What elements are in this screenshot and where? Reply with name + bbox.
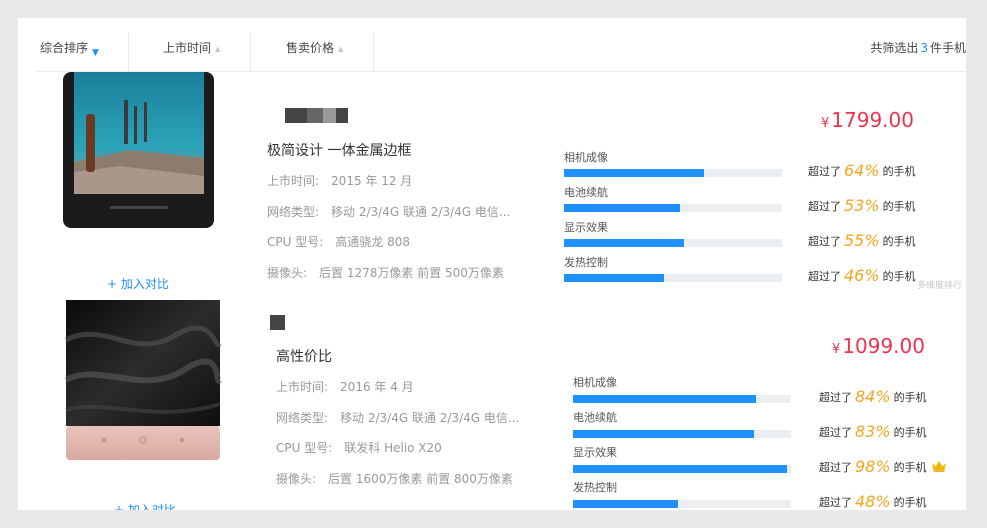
price-value: 1799.00 [831, 108, 914, 132]
product-title: 高性价比 [276, 349, 332, 365]
currency-symbol: ¥ [821, 116, 830, 131]
metric-bar [564, 239, 782, 247]
metric-bar-fill [564, 239, 684, 247]
divider [250, 32, 251, 72]
metric-bar-fill [573, 465, 787, 473]
phone-image[interactable] [64, 300, 222, 466]
spec-value: 高通骁龙 808 [335, 235, 410, 249]
metric-bar-fill [564, 204, 680, 212]
spec-value: 后置 1278万像素 前置 500万像素 [319, 266, 504, 280]
metric-bar [573, 395, 791, 403]
currency-symbol: ¥ [832, 342, 841, 357]
metric-rank: 超过了 98% 的手机 [819, 457, 927, 476]
metric-label: 显示效果 [564, 221, 608, 234]
result-prefix: 共筛选出 [870, 41, 919, 55]
metric-bar-fill [573, 500, 678, 508]
spec-cpu: CPU 型号: 高通骁龙 808 [267, 233, 410, 250]
metric-bar [564, 204, 782, 212]
spec-value: 移动 2/3/4G 联通 2/3/4G 电信... [340, 411, 520, 425]
product-card: + 加入对比 极简设计 一体金属边框 上市时间: 2015 年 12 月 网络类型… [18, 72, 966, 291]
result-number: 3 [920, 41, 928, 55]
sort-label: 售卖价格 [286, 41, 335, 55]
spec-value: 后置 1600万像素 前置 800万像素 [328, 472, 513, 486]
metric-bar [573, 465, 791, 473]
spec-camera: 摄像头: 后置 1278万像素 前置 500万像素 [267, 264, 504, 281]
metric-bar-fill [573, 430, 754, 438]
metric-label: 发热控制 [564, 256, 608, 269]
metric-label: 相机成像 [573, 376, 617, 389]
spec-release: 上市时间: 2015 年 12 月 [267, 172, 412, 189]
spec-value: 联发科 Helio X20 [344, 441, 442, 455]
metric-bar [564, 169, 782, 177]
sort-price[interactable]: 售卖价格 ▲ [286, 18, 343, 72]
spec-label: 网络类型: [267, 205, 320, 219]
spec-camera: 摄像头: 后置 1600万像素 前置 800万像素 [276, 470, 513, 487]
product-title: 极简设计 一体金属边框 [267, 143, 412, 159]
metric-label: 相机成像 [564, 151, 608, 164]
spec-label: CPU 型号: [276, 441, 333, 455]
brand-logo [285, 108, 348, 123]
brand-logo [270, 315, 285, 330]
add-to-compare-button[interactable]: + 加入对比 [114, 501, 176, 510]
price: ¥1799.00 [821, 108, 914, 132]
metric-rank: 超过了 48% 的手机 [819, 492, 927, 510]
metric-bar [573, 430, 791, 438]
phone-image[interactable] [60, 72, 217, 232]
metric-bar [564, 274, 782, 282]
spec-network: 网络类型: 移动 2/3/4G 联通 2/3/4G 电信... [276, 409, 519, 426]
metric-bar-fill [564, 274, 665, 282]
metric-bar-fill [573, 395, 757, 403]
metric-rank: 超过了 83% 的手机 [819, 422, 927, 441]
spec-cpu: CPU 型号: 联发科 Helio X20 [276, 439, 442, 456]
spec-label: 摄像头: [276, 472, 317, 486]
phone-ranking-panel: 综合排序 ▼ 上市时间 ▲ 售卖价格 ▲ 共筛选出 3 件手机 + 加入对比 极… [18, 18, 966, 510]
metric-label: 发热控制 [573, 481, 617, 494]
spec-label: 上市时间: [276, 380, 329, 394]
crown-icon [932, 461, 946, 472]
spec-label: 摄像头: [267, 266, 308, 280]
divider [373, 32, 374, 72]
sort-toggle-icon: ▲ [338, 45, 344, 53]
metric-rank: 超过了 84% 的手机 [819, 387, 927, 406]
sort-label: 上市时间 [163, 41, 212, 55]
watermark-text: 多维度排行 [916, 281, 962, 291]
sort-release-date[interactable]: 上市时间 ▲ [163, 18, 220, 72]
spec-release: 上市时间: 2016 年 4 月 [276, 378, 414, 395]
add-to-compare-button[interactable]: + 加入对比 [107, 275, 169, 292]
spec-network: 网络类型: 移动 2/3/4G 联通 2/3/4G 电信... [267, 203, 510, 220]
divider [128, 32, 129, 72]
metric-rank: 超过了 64% 的手机 [808, 161, 916, 180]
metric-rank: 超过了 46% 的手机 [808, 266, 916, 285]
spec-value: 2016 年 4 月 [340, 380, 414, 394]
spec-label: 上市时间: [267, 174, 320, 188]
sort-comprehensive[interactable]: 综合排序 ▼ [40, 18, 99, 72]
price-value: 1099.00 [842, 334, 925, 358]
metric-label: 电池续航 [573, 411, 617, 424]
metric-rank: 超过了 53% 的手机 [808, 196, 916, 215]
result-count: 共筛选出 3 件手机 [870, 18, 966, 72]
metric-bar [573, 500, 791, 508]
metric-rank: 超过了 55% 的手机 [808, 231, 916, 250]
spec-label: 网络类型: [276, 411, 329, 425]
metric-bar-fill [564, 169, 704, 177]
price: ¥1099.00 [832, 334, 925, 358]
spec-value: 移动 2/3/4G 联通 2/3/4G 电信... [331, 205, 511, 219]
sort-bar: 综合排序 ▼ 上市时间 ▲ 售卖价格 ▲ 共筛选出 3 件手机 [36, 18, 966, 72]
sort-toggle-icon: ▲ [215, 45, 221, 53]
spec-value: 2015 年 12 月 [331, 174, 413, 188]
spec-label: CPU 型号: [267, 235, 324, 249]
sort-label: 综合排序 [40, 41, 89, 55]
metric-label: 电池续航 [564, 186, 608, 199]
metric-label: 显示效果 [573, 446, 617, 459]
result-suffix: 件手机 [929, 41, 966, 55]
product-card: + 加入对比 高性价比 上市时间: 2016 年 4 月 网络类型: 移动 2/3/… [18, 298, 966, 510]
